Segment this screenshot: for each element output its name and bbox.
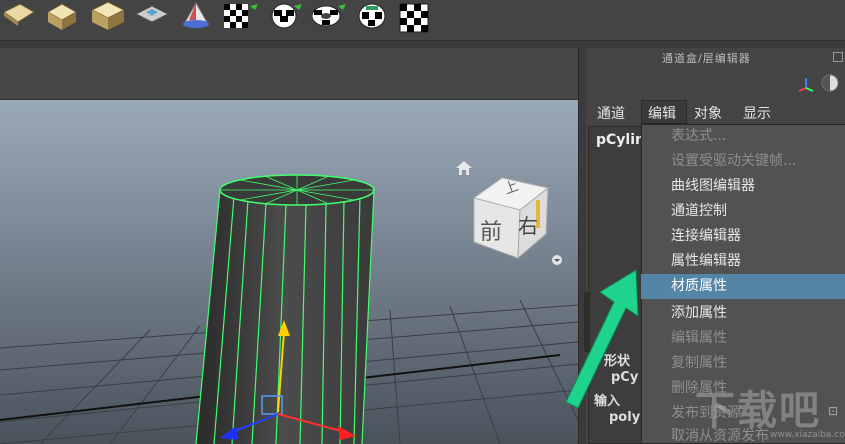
menu-item-edit-attribute[interactable]: 编辑属性: [641, 326, 845, 351]
menu-item-material-attributes[interactable]: 材质属性: [641, 274, 845, 299]
shelf-separator: [0, 40, 845, 48]
checker-sphere-icon[interactable]: [271, 3, 302, 29]
tutorial-arrow-icon: [565, 269, 639, 409]
viewport-toolbar: [0, 48, 578, 100]
menu-object[interactable]: 对象: [694, 103, 722, 123]
checker-square-icon[interactable]: [399, 3, 429, 33]
plane-icon[interactable]: [3, 3, 35, 26]
view-cube-right-label[interactable]: 右: [518, 210, 538, 239]
menu-item-graph-editor[interactable]: 曲线图编辑器: [641, 174, 845, 199]
cylinder-mesh[interactable]: [195, 174, 375, 444]
checker-cylinder-icon[interactable]: [358, 3, 386, 29]
shelf-icons: [3, 1, 429, 33]
menu-show[interactable]: 显示: [743, 103, 771, 123]
menu-item-set-driven-key[interactable]: 设置受驱动关键帧...: [641, 149, 845, 174]
menu-edit[interactable]: 编辑: [648, 103, 676, 123]
cylinder-icon[interactable]: [90, 1, 126, 30]
viewport-scene[interactable]: 上 前 右: [0, 100, 578, 444]
shelf-toolbar: [0, 0, 845, 40]
checker-torus-icon[interactable]: [311, 4, 346, 27]
menu-item-duplicate-attribute[interactable]: 复制属性: [641, 351, 845, 376]
layer-toggle-icon[interactable]: [821, 74, 839, 92]
float-panel-icon[interactable]: [833, 52, 843, 62]
watermark-url: www.xiazaiba.com: [770, 430, 845, 440]
viewport-3d[interactable]: 上 前 右: [0, 48, 578, 444]
option-box-icon[interactable]: ⊡: [828, 404, 838, 418]
menu-item-connection-editor[interactable]: 连接编辑器: [641, 224, 845, 249]
uv-plane-icon[interactable]: [134, 5, 170, 23]
view-cube-front-label[interactable]: 前: [480, 214, 502, 246]
object-name[interactable]: pCylin: [596, 132, 645, 148]
watermark-logo: 下载吧: [695, 387, 821, 434]
menu-item-add-attribute[interactable]: 添加属性: [641, 301, 845, 326]
box-icon[interactable]: [46, 3, 78, 30]
menu-item-attribute-editor[interactable]: 属性编辑器: [641, 249, 845, 274]
channel-box-title: 通道盒/层编辑器: [662, 52, 751, 65]
menu-item-expressions[interactable]: 表达式...: [641, 124, 845, 149]
channel-box-tools: [798, 74, 839, 92]
cone-icon[interactable]: [183, 1, 209, 28]
menu-item-channel-control[interactable]: 通道控制: [641, 199, 845, 224]
checker-uv-icon[interactable]: [224, 4, 258, 28]
axis-icon[interactable]: [798, 78, 814, 92]
menu-channels[interactable]: 通道: [597, 103, 625, 123]
view-cube[interactable]: 上 前 右: [470, 172, 550, 262]
